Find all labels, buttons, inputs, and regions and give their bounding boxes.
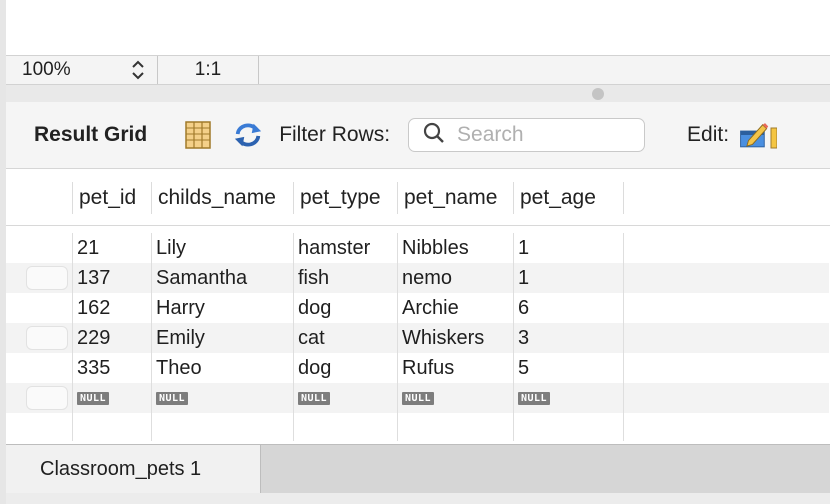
null-badge: NULL	[518, 391, 551, 405]
cell-pet-id[interactable]: 137	[72, 263, 151, 293]
column-header-pet-id[interactable]: pet_id	[72, 182, 151, 214]
result-grid-title[interactable]: Result Grid	[34, 123, 147, 147]
null-cell[interactable]: NULL	[151, 383, 293, 413]
tab-classroom-pets-1[interactable]: Classroom_pets 1	[6, 445, 261, 493]
cell-pet-name[interactable]: Archie	[397, 293, 513, 323]
cell-pet-name[interactable]: Nibbles	[397, 233, 513, 263]
cell-pet-type[interactable]: dog	[293, 293, 397, 323]
null-badge: NULL	[298, 391, 331, 405]
cell-filler	[623, 293, 829, 323]
table-row[interactable]: 229 Emily cat Whiskers 3	[6, 323, 829, 353]
cell-filler	[623, 233, 829, 263]
cell-pet-name[interactable]: Whiskers	[397, 323, 513, 353]
table-row[interactable]: 137 Samantha fish nemo 1	[6, 263, 829, 293]
row-selector[interactable]	[6, 293, 72, 323]
zoom-value: 100%	[22, 59, 71, 80]
tab-bar-bottom	[6, 493, 830, 504]
row-selector[interactable]	[6, 233, 72, 263]
column-header-pet-name[interactable]: pet_name	[397, 182, 513, 214]
edit-icon-next[interactable]	[769, 120, 778, 150]
row-selector-box[interactable]	[26, 266, 68, 290]
pane-splitter[interactable]	[6, 85, 830, 102]
empty-cell	[72, 413, 151, 441]
cell-pet-name[interactable]: nemo	[397, 263, 513, 293]
column-header-pet-age[interactable]: pet_age	[513, 182, 623, 214]
stepper-icon[interactable]	[131, 59, 145, 81]
cell-pet-id[interactable]: 335	[72, 353, 151, 383]
cell-pet-age[interactable]: 1	[513, 233, 623, 263]
cell-filler	[623, 323, 829, 353]
edit-pencil-icon[interactable]	[739, 120, 769, 150]
cell-pet-type[interactable]: dog	[293, 353, 397, 383]
null-badge: NULL	[77, 391, 110, 405]
row-selector[interactable]	[6, 323, 72, 353]
empty-cell	[623, 413, 829, 441]
empty-cell	[293, 413, 397, 441]
empty-cell	[6, 413, 72, 443]
cursor-position: 1:1	[158, 56, 259, 84]
column-header-childs-name[interactable]: childs_name	[151, 182, 293, 214]
query-editor-area[interactable]	[6, 0, 830, 55]
table-row[interactable]: 162 Harry dog Archie 6	[6, 293, 829, 323]
editor-status-bar: 100% 1:1	[6, 55, 830, 85]
null-cell[interactable]: NULL	[397, 383, 513, 413]
cell-childs-name[interactable]: Harry	[151, 293, 293, 323]
row-selector-box[interactable]	[26, 386, 68, 410]
null-cell[interactable]: NULL	[513, 383, 623, 413]
splitter-handle[interactable]	[592, 88, 604, 100]
cell-pet-age[interactable]: 1	[513, 263, 623, 293]
empty-cell	[513, 413, 623, 441]
column-header-filler	[623, 182, 829, 214]
row-selector[interactable]	[6, 383, 72, 413]
empty-row	[6, 413, 829, 441]
cell-pet-id[interactable]: 162	[72, 293, 151, 323]
cell-pet-age[interactable]: 6	[513, 293, 623, 323]
search-icon	[423, 122, 445, 149]
cell-pet-age[interactable]: 5	[513, 353, 623, 383]
filter-rows-label: Filter Rows:	[279, 123, 391, 146]
table-row[interactable]: 335 Theo dog Rufus 5	[6, 353, 829, 383]
search-input[interactable]	[457, 123, 628, 147]
null-cell[interactable]: NULL	[72, 383, 151, 413]
cell-pet-id[interactable]: 229	[72, 323, 151, 353]
table-row[interactable]: 21 Lily hamster Nibbles 1	[6, 233, 829, 263]
cell-childs-name[interactable]: Emily	[151, 323, 293, 353]
row-selector[interactable]	[6, 263, 72, 293]
refresh-icon[interactable]	[233, 120, 263, 150]
row-selector[interactable]	[6, 353, 72, 383]
form-editor-icon[interactable]	[183, 120, 213, 150]
result-tab-bar: Classroom_pets 1	[6, 444, 830, 504]
header-divider	[6, 225, 830, 226]
result-grid[interactable]: pet_id childs_name pet_type pet_name pet…	[6, 170, 830, 444]
empty-cell	[397, 413, 513, 441]
empty-cell	[151, 413, 293, 441]
cell-pet-name[interactable]: Rufus	[397, 353, 513, 383]
header-selector	[6, 182, 72, 214]
cell-childs-name[interactable]: Samantha	[151, 263, 293, 293]
cell-pet-type[interactable]: fish	[293, 263, 397, 293]
cell-pet-type[interactable]: hamster	[293, 233, 397, 263]
cell-pet-id[interactable]: 21	[72, 233, 151, 263]
column-header-pet-type[interactable]: pet_type	[293, 182, 397, 214]
null-badge: NULL	[402, 391, 435, 405]
cell-filler	[623, 263, 829, 293]
grid-rows: 21 Lily hamster Nibbles 1 137 Samantha f…	[6, 233, 829, 441]
null-badge: NULL	[156, 391, 189, 405]
filter-search-field[interactable]	[408, 118, 646, 152]
edit-label: Edit:	[687, 123, 730, 146]
null-cell[interactable]: NULL	[293, 383, 397, 413]
cell-pet-age[interactable]: 3	[513, 323, 623, 353]
cell-filler	[623, 353, 829, 383]
zoom-select[interactable]: 100%	[6, 56, 158, 84]
cell-pet-type[interactable]: cat	[293, 323, 397, 353]
new-row[interactable]: NULL NULL NULL NULL NULL	[6, 383, 829, 413]
row-selector-box[interactable]	[26, 326, 68, 350]
cell-filler	[623, 383, 829, 413]
grid-header: pet_id childs_name pet_type pet_name pet…	[6, 182, 829, 214]
result-toolbar: Result Grid Filter Rows: Edit:	[6, 102, 830, 169]
cell-childs-name[interactable]: Lily	[151, 233, 293, 263]
cell-childs-name[interactable]: Theo	[151, 353, 293, 383]
